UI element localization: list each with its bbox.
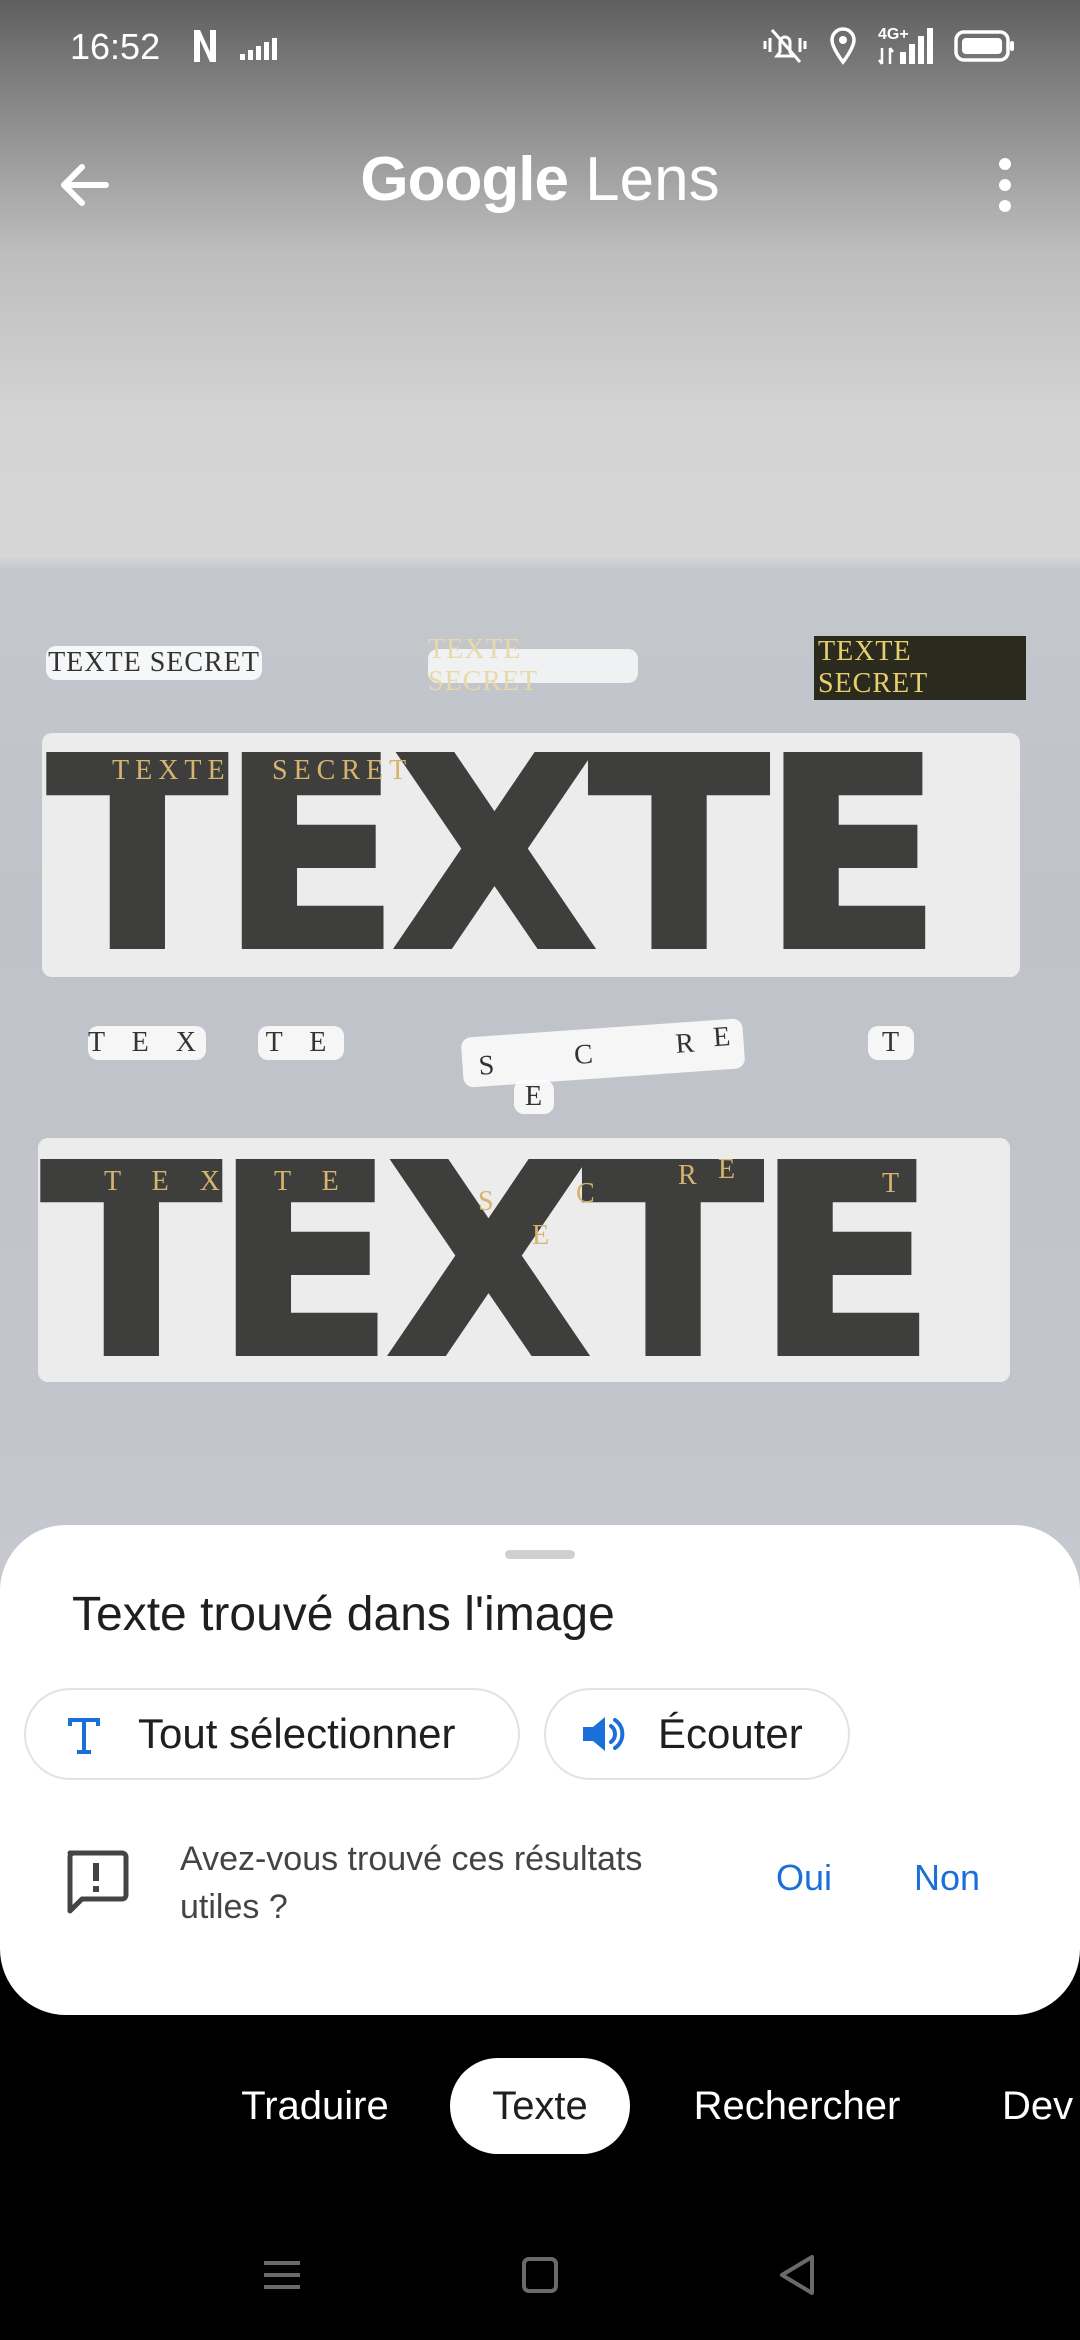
text-chip[interactable]: T E — [258, 1026, 344, 1060]
tab-text[interactable]: Texte — [450, 2058, 630, 2154]
overlay-letters[interactable]: T E — [274, 1166, 351, 1198]
text-chip[interactable]: TEXTE SECRET — [814, 636, 1026, 700]
text-chip[interactable]: TEXTE SECRET — [46, 646, 262, 680]
product-name: Lens — [585, 145, 720, 214]
location-icon — [830, 27, 856, 65]
more-options-button[interactable] — [970, 150, 1040, 220]
nav-home-button[interactable] — [510, 2245, 570, 2305]
text-chip-label: TEXTE SECRET — [814, 636, 1026, 700]
nav-recents-button[interactable] — [252, 2245, 312, 2305]
overlay-word[interactable]: TEXTE — [112, 755, 231, 787]
text-chip[interactable]: TEXTE SECRET — [428, 634, 638, 697]
menu-icon — [264, 2261, 300, 2289]
tab-search[interactable]: Rechercher — [672, 2058, 922, 2154]
big-word-banner: TEXTE T E X T E S C E R E T — [38, 1138, 1010, 1382]
feedback-question: Avez-vous trouvé ces résultats utiles ? — [180, 1840, 643, 1926]
tab-translate[interactable]: Traduire — [220, 2058, 410, 2154]
app-title: Google Lens — [0, 144, 1080, 215]
letter[interactable]: C — [573, 1038, 600, 1072]
text-chip[interactable]: E — [514, 1080, 554, 1114]
volume-icon — [574, 1704, 634, 1764]
overlay-letter[interactable]: T — [882, 1168, 905, 1200]
listen-label: Écouter — [658, 1710, 803, 1757]
letter[interactable]: E — [712, 1021, 737, 1055]
overlay-word[interactable]: SECRET — [272, 755, 412, 787]
overlay-letter[interactable]: E — [532, 1220, 555, 1252]
overlay-letter[interactable]: S — [478, 1186, 500, 1218]
yes-button[interactable]: Oui — [776, 1857, 832, 1899]
brand-name: Google — [360, 145, 569, 214]
sheet-drag-handle[interactable] — [505, 1550, 575, 1559]
overlay-letter[interactable]: C — [576, 1178, 601, 1210]
battery-icon — [954, 30, 1014, 62]
results-sheet: Texte trouvé dans l'image Tout sélection… — [0, 1525, 1080, 2015]
overlay-letter[interactable]: R — [678, 1160, 703, 1192]
app-bar: Google Lens — [0, 128, 1080, 228]
sheet-title: Texte trouvé dans l'image — [72, 1588, 615, 1641]
more-vert-icon — [999, 158, 1011, 212]
wall-edge — [0, 555, 1080, 569]
no-button[interactable]: Non — [914, 1857, 980, 1899]
signal-bars-icon — [240, 38, 277, 60]
clock: 16:52 — [70, 26, 161, 67]
netflix-icon — [194, 30, 216, 62]
letter[interactable]: R — [674, 1027, 701, 1061]
status-bar: 16:52 4G+ — [0, 0, 1080, 96]
text-chip[interactable]: T — [868, 1026, 914, 1060]
overlay-letter[interactable]: E — [718, 1154, 741, 1186]
select-all-button[interactable]: Tout sélectionner — [24, 1688, 520, 1780]
listen-button[interactable]: Écouter — [544, 1688, 850, 1780]
nav-back-button[interactable] — [768, 2245, 828, 2305]
text-chip[interactable]: T E X — [88, 1026, 206, 1060]
letter[interactable]: S — [478, 1049, 502, 1082]
back-triangle-icon — [780, 2255, 814, 2295]
home-square-icon — [522, 2257, 558, 2293]
feedback-icon — [67, 1850, 129, 1914]
tilted-chip-group: S C R E — [460, 1018, 746, 1088]
select-all-label: Tout sélectionner — [138, 1710, 456, 1757]
4g-signal-icon: 4G+ — [878, 26, 934, 66]
tab-homework[interactable]: Dev — [1002, 2058, 1080, 2154]
overlay-letters[interactable]: T E X — [104, 1166, 232, 1198]
text-format-icon — [54, 1704, 114, 1764]
big-word-banner: TEXTE TEXTE SECRET — [42, 733, 1020, 977]
vibrate-off-icon — [763, 29, 807, 63]
camera-image[interactable]: TEXTE SECRET TEXTE SECRET TEXTE SECRET T… — [0, 0, 1080, 1600]
